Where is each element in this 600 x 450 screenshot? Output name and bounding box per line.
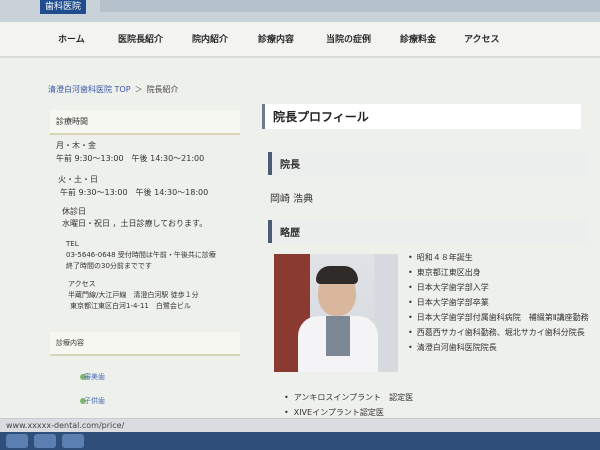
- status-url: www.xxxxx-dental.com/price/: [6, 421, 125, 430]
- page-title: 院長プロフィール: [262, 104, 581, 129]
- hours-mon-thu-fri-time: 午前 9:30～13:00 午後 14:30～21:00: [56, 154, 205, 163]
- taskbar-app-icon[interactable]: [62, 434, 84, 448]
- os-taskbar: [0, 432, 600, 450]
- sidebar-link-esthetic[interactable]: 審美歯: [84, 372, 105, 382]
- section-career-header: 略歴: [268, 220, 588, 243]
- holiday-label: 休診日: [62, 207, 86, 216]
- browser-top-bar: 歯科医院: [0, 0, 600, 22]
- certification-item: アンキロスインプラント 認定医: [284, 390, 413, 405]
- nav-item-clinic[interactable]: 院内紹介: [192, 32, 228, 45]
- career-item: 日本大学歯学部入学: [408, 280, 589, 295]
- nav-item-home[interactable]: ホーム: [58, 32, 85, 45]
- hours-tue-sat-sun-label: 火・土・日: [58, 175, 98, 184]
- director-photo: [274, 254, 398, 372]
- nav-item-access[interactable]: アクセス: [464, 32, 500, 45]
- hours-mon-thu-fri-label: 月・木・金: [56, 141, 96, 150]
- tel-note: 終了時間の30分前までです: [66, 262, 152, 270]
- career-item: 清澄白河歯科医院院長: [408, 340, 589, 355]
- holiday-text: 水曜日・祝日 ，土日診療しております。: [62, 219, 208, 228]
- sidebar-services-header: 診療内容: [50, 332, 240, 356]
- sidebar: 診療時間 月・木・金 午前 9:30～13:00 午後 14:30～21:00 …: [50, 110, 240, 420]
- career-item: 日本大学歯学部卒業: [408, 295, 589, 310]
- start-icon[interactable]: [6, 434, 28, 448]
- career-item: 東京都江東区出身: [408, 265, 589, 280]
- section-director-header: 院長: [268, 152, 588, 175]
- photo-shirt: [326, 316, 350, 356]
- career-item: 西葛西サカイ歯科勤務、堀北サカイ歯科分院長: [408, 325, 589, 340]
- access-address: 東京都江東区白河1-4-11 白鷺会ビル: [70, 302, 191, 310]
- breadcrumb: 清澄白河歯科医院 TOP ＞院長紹介: [48, 84, 179, 95]
- breadcrumb-home-link[interactable]: 清澄白河歯科医院 TOP: [48, 85, 131, 94]
- sidebar-hours-header: 診療時間: [50, 110, 240, 135]
- nav-item-treatment[interactable]: 診療内容: [258, 32, 294, 45]
- main-content: 院長プロフィール 院長 岡崎 浩典 略歴 昭和４８年誕生 東京都江東区出身 日本…: [262, 104, 600, 434]
- hours-tue-sat-sun-time: 午前 9:30～13:00 午後 14:30～18:00: [60, 188, 209, 197]
- career-list: 昭和４８年誕生 東京都江東区出身 日本大学歯学部入学 日本大学歯学部卒業 日本大…: [408, 250, 589, 355]
- header-strip: [100, 0, 600, 12]
- sidebar-link-pediatric[interactable]: 子供歯: [84, 396, 105, 406]
- taskbar-app-icon[interactable]: [34, 434, 56, 448]
- nav-item-fees[interactable]: 診療料金: [400, 32, 436, 45]
- nav-item-director[interactable]: 医院長紹介: [118, 32, 163, 45]
- photo-hair: [316, 266, 358, 284]
- browser-status-bar: www.xxxxx-dental.com/price/: [0, 418, 600, 433]
- breadcrumb-separator: ＞: [134, 85, 143, 94]
- nav-item-cases[interactable]: 当院の症例: [326, 32, 371, 45]
- breadcrumb-current: 院長紹介: [146, 85, 179, 94]
- certification-list: アンキロスインプラント 認定医 XIVEインプラント認定医: [284, 390, 413, 420]
- career-item: 昭和４８年誕生: [408, 250, 589, 265]
- main-nav: ホーム 医院長紹介 院内紹介 診療内容 当院の症例 診療料金 アクセス: [0, 22, 600, 58]
- site-logo[interactable]: 歯科医院: [40, 0, 86, 14]
- director-name: 岡崎 浩典: [270, 194, 314, 205]
- career-item: 日本大学歯学部付属歯科病院 補綴第Ⅱ講座勤務: [408, 310, 589, 325]
